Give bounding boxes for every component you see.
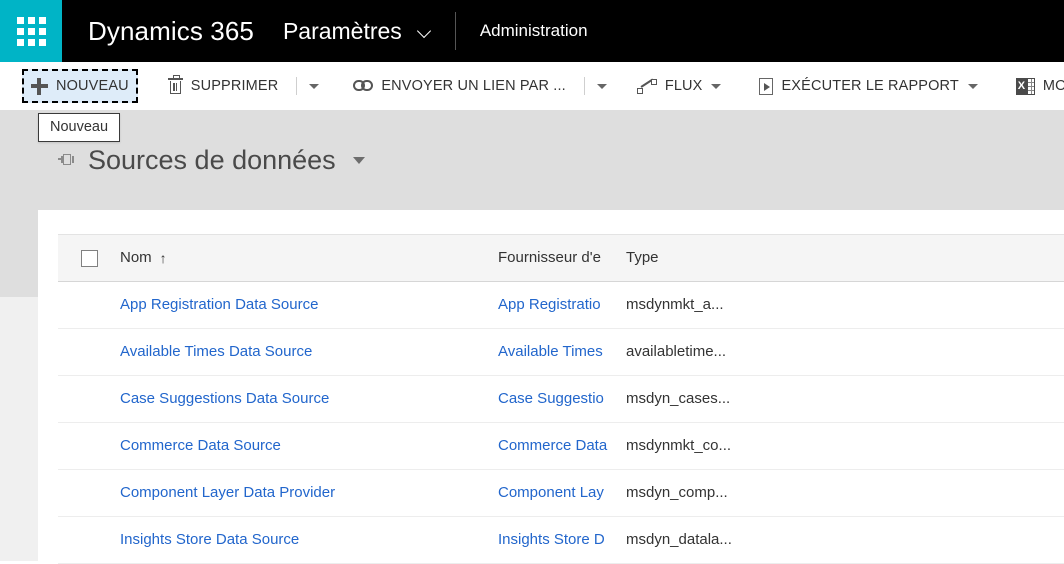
top-navigation-bar: Dynamics 365 Paramètres Administration bbox=[0, 0, 1064, 62]
cell-name: Available Times Data Source bbox=[120, 343, 498, 361]
record-link[interactable]: Available Times Data Source bbox=[120, 343, 312, 360]
sitemap-panel-stub bbox=[0, 110, 38, 297]
sort-ascending-icon: ↑ bbox=[160, 251, 167, 265]
command-bar: NOUVEAU SUPPRIMER ENVOYER UN LIEN PAR ..… bbox=[0, 62, 1064, 110]
chevron-down-icon bbox=[419, 25, 431, 37]
app-launcher-waffle-icon[interactable] bbox=[0, 0, 62, 62]
provider-link[interactable]: Insights Store D bbox=[498, 531, 605, 548]
cell-name: App Registration Data Source bbox=[120, 296, 498, 314]
record-link[interactable]: Case Suggestions Data Source bbox=[120, 390, 329, 407]
column-header-name-label: Nom bbox=[120, 249, 152, 266]
page-title: Sources de données bbox=[88, 145, 336, 176]
table-row[interactable]: Component Layer Data Provider Component … bbox=[58, 470, 1064, 517]
select-all-cell bbox=[58, 250, 120, 267]
new-button-label: NOUVEAU bbox=[56, 78, 129, 94]
cell-provider: Case Suggestio bbox=[498, 390, 626, 408]
cell-type: availabletime... bbox=[626, 343, 826, 361]
provider-link[interactable]: Component Lay bbox=[498, 484, 604, 501]
table-row[interactable]: App Registration Data Source App Registr… bbox=[58, 282, 1064, 329]
column-header-type[interactable]: Type bbox=[626, 249, 826, 267]
provider-link[interactable]: Available Times bbox=[498, 343, 603, 360]
cell-type: msdynmkt_co... bbox=[626, 437, 826, 455]
subarea-title: Administration bbox=[456, 0, 588, 62]
record-link[interactable]: Component Layer Data Provider bbox=[120, 484, 335, 501]
area-switcher[interactable]: Paramètres bbox=[254, 0, 431, 62]
send-link-overflow-button[interactable] bbox=[589, 70, 615, 102]
select-all-checkbox[interactable] bbox=[81, 250, 98, 267]
record-link[interactable]: Commerce Data Source bbox=[120, 437, 281, 454]
pin-icon[interactable] bbox=[58, 153, 76, 169]
table-row[interactable]: Available Times Data Source Available Ti… bbox=[58, 329, 1064, 376]
cell-provider: App Registratio bbox=[498, 296, 626, 314]
flow-icon bbox=[637, 79, 657, 94]
new-button[interactable]: NOUVEAU bbox=[22, 69, 138, 103]
command-separator bbox=[584, 77, 585, 95]
cell-provider: Commerce Data bbox=[498, 437, 626, 455]
run-report-button-label: EXÉCUTER LE RAPPORT bbox=[781, 78, 958, 94]
page-title-chevron-down-icon[interactable] bbox=[353, 157, 365, 164]
new-button-tooltip: Nouveau bbox=[38, 113, 120, 142]
column-header-provider[interactable]: Fournisseur d'e bbox=[498, 249, 626, 267]
cell-type: msdyn_cases... bbox=[626, 390, 826, 408]
flow-button[interactable]: FLUX bbox=[629, 70, 730, 102]
provider-link[interactable]: Case Suggestio bbox=[498, 390, 604, 407]
cell-provider: Available Times bbox=[498, 343, 626, 361]
excel-templates-button[interactable]: X MODÈLES EXCEL bbox=[1008, 70, 1064, 102]
table-row[interactable]: Commerce Data Source Commerce Data msdyn… bbox=[58, 423, 1064, 470]
delete-button-label: SUPPRIMER bbox=[191, 78, 279, 94]
area-switcher-label: Paramètres bbox=[283, 18, 402, 45]
provider-link[interactable]: Commerce Data bbox=[498, 437, 607, 454]
report-icon bbox=[759, 78, 773, 95]
grid-header-row: Nom ↑ Fournisseur d'e Type bbox=[58, 235, 1064, 282]
sitemap-panel-stub-lower bbox=[0, 297, 38, 561]
cell-type: msdyn_datala... bbox=[626, 531, 826, 549]
caret-down-icon[interactable] bbox=[711, 84, 721, 89]
cell-provider: Component Lay bbox=[498, 484, 626, 502]
excel-glyph: X bbox=[1016, 78, 1027, 95]
table-row[interactable]: Insights Store Data Source Insights Stor… bbox=[58, 517, 1064, 564]
column-header-provider-label: Fournisseur d'e bbox=[498, 249, 601, 266]
column-header-name[interactable]: Nom ↑ bbox=[120, 249, 498, 267]
brand-title: Dynamics 365 bbox=[62, 0, 254, 62]
send-link-button[interactable]: ENVOYER UN LIEN PAR ... bbox=[345, 70, 573, 102]
table-row[interactable]: Case Suggestions Data Source Case Sugges… bbox=[58, 376, 1064, 423]
caret-down-icon bbox=[309, 84, 319, 89]
grid-panel: Nom ↑ Fournisseur d'e Type App Registrat… bbox=[38, 210, 1064, 561]
cell-type: msdynmkt_a... bbox=[626, 296, 826, 314]
cell-type: msdyn_comp... bbox=[626, 484, 826, 502]
caret-down-icon bbox=[597, 84, 607, 89]
provider-link[interactable]: App Registratio bbox=[498, 296, 601, 313]
cell-name: Insights Store Data Source bbox=[120, 531, 498, 549]
column-header-type-label: Type bbox=[626, 249, 659, 266]
waffle-grid bbox=[17, 17, 46, 46]
cell-name: Commerce Data Source bbox=[120, 437, 498, 455]
cell-name: Component Layer Data Provider bbox=[120, 484, 498, 502]
command-separator bbox=[296, 77, 297, 95]
record-link[interactable]: App Registration Data Source bbox=[120, 296, 318, 313]
cell-name: Case Suggestions Data Source bbox=[120, 390, 498, 408]
run-report-button[interactable]: EXÉCUTER LE RAPPORT bbox=[751, 70, 985, 102]
caret-down-icon[interactable] bbox=[968, 84, 978, 89]
excel-templates-button-label: MODÈLES EXCEL bbox=[1043, 78, 1064, 94]
trash-icon bbox=[168, 78, 183, 95]
record-link[interactable]: Insights Store Data Source bbox=[120, 531, 299, 548]
data-grid: Nom ↑ Fournisseur d'e Type App Registrat… bbox=[58, 234, 1064, 564]
page-title-row: Sources de données bbox=[58, 145, 365, 176]
link-icon bbox=[353, 80, 373, 92]
cell-provider: Insights Store D bbox=[498, 531, 626, 549]
send-link-button-label: ENVOYER UN LIEN PAR ... bbox=[381, 78, 565, 94]
delete-overflow-button[interactable] bbox=[301, 70, 327, 102]
delete-button[interactable]: SUPPRIMER bbox=[160, 70, 287, 102]
flow-button-label: FLUX bbox=[665, 78, 703, 94]
plus-icon bbox=[31, 78, 48, 95]
excel-icon: X bbox=[1016, 78, 1035, 95]
